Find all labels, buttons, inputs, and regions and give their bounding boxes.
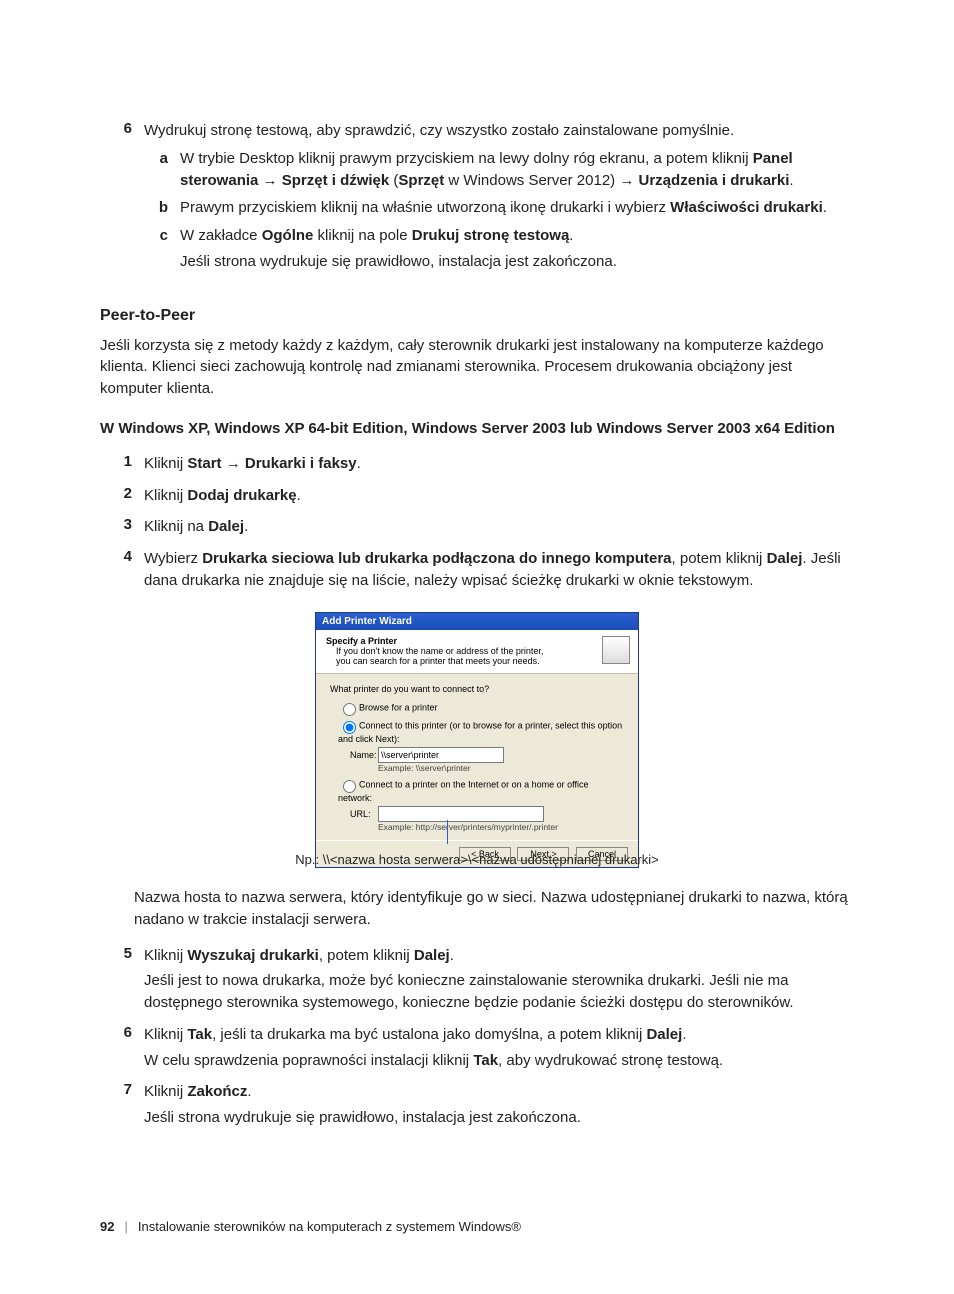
page-footer: 92 | Instalowanie sterowników na kompute… <box>100 1219 854 1234</box>
step-number: 6 <box>100 120 144 279</box>
paragraph-after-dialog: Nazwa hosta to nazwa serwera, który iden… <box>134 887 854 931</box>
substep-letter: a <box>144 148 180 192</box>
name-row: Name: <box>350 747 624 763</box>
substep-letter: b <box>144 197 180 219</box>
step-1: 1 Kliknij Start → Drukarki i faksy. <box>100 453 854 475</box>
footer-chapter: Instalowanie sterowników na komputerach … <box>138 1219 521 1234</box>
figure-caption: Np.: \\<nazwa hosta serwera>\<nazwa udos… <box>100 852 854 867</box>
url-example: Example: http://server/printers/myprinte… <box>378 822 624 832</box>
step-7: 7 Kliknij Zakończ. Jeśli strona wydrukuj… <box>100 1081 854 1129</box>
dialog-titlebar: Add Printer Wizard <box>316 613 638 630</box>
printer-icon <box>602 636 630 664</box>
radio-connect-name[interactable] <box>343 721 356 734</box>
url-label: URL: <box>350 809 378 819</box>
dialog-body: What printer do you want to connect to? … <box>316 674 638 840</box>
step-6b: 6 Kliknij Tak, jeśli ta drukarka ma być … <box>100 1024 854 1072</box>
substep-text: W zakładce Ogólne kliknij na pole Drukuj… <box>180 225 854 273</box>
subheading-windows-versions: W Windows XP, Windows XP 64-bit Edition,… <box>100 418 854 439</box>
callout-line <box>447 820 448 844</box>
option-connect-url[interactable]: Connect to a printer on the Internet or … <box>338 777 624 803</box>
substep-b: b Prawym przyciskiem kliknij na właśnie … <box>144 197 854 219</box>
dialog: Add Printer Wizard Specify a Printer If … <box>315 612 639 869</box>
option-connect-name[interactable]: Connect to this printer (or to browse fo… <box>338 718 624 744</box>
step-6: 6 Wydrukuj stronę testową, aby sprawdzić… <box>100 120 854 279</box>
name-label: Name: <box>350 750 378 760</box>
radio-browse[interactable] <box>343 703 356 716</box>
text: Wydrukuj stronę testową, aby sprawdzić, … <box>144 122 734 139</box>
substep-c: c W zakładce Ogólne kliknij na pole Druk… <box>144 225 854 273</box>
dialog-question: What printer do you want to connect to? <box>330 684 624 694</box>
substep-a: a W trybie Desktop kliknij prawym przyci… <box>144 148 854 192</box>
dialog-header: Specify a Printer If you don't know the … <box>316 630 638 675</box>
step-3: 3 Kliknij na Dalej. <box>100 516 854 538</box>
document-page: 6 Wydrukuj stronę testową, aby sprawdzić… <box>0 0 954 1294</box>
substep-text: W trybie Desktop kliknij prawym przycisk… <box>180 148 854 192</box>
paragraph: Jeśli korzysta się z metody każdy z każd… <box>100 335 854 400</box>
substep-text: Prawym przyciskiem kliknij na właśnie ut… <box>180 197 854 219</box>
url-row: URL: <box>350 806 624 822</box>
url-input[interactable] <box>378 806 544 822</box>
add-printer-wizard-screenshot: Add Printer Wizard Specify a Printer If … <box>315 612 639 845</box>
name-example: Example: \\server\printer <box>378 763 624 773</box>
step-5: 5 Kliknij Wyszukaj drukarki, potem klikn… <box>100 945 854 1014</box>
step-text: Wydrukuj stronę testową, aby sprawdzić, … <box>144 120 854 279</box>
step-4: 4 Wybierz Drukarka sieciowa lub drukarka… <box>100 548 854 592</box>
substep-line2: Jeśli strona wydrukuje się prawidłowo, i… <box>180 251 854 273</box>
option-browse[interactable]: Browse for a printer <box>338 700 624 716</box>
substep-letter: c <box>144 225 180 273</box>
page-number: 92 <box>100 1219 114 1234</box>
heading-peer-to-peer: Peer-to-Peer <box>100 307 854 325</box>
name-input[interactable] <box>378 747 504 763</box>
dialog-heading: Specify a Printer <box>326 636 628 646</box>
radio-connect-url[interactable] <box>343 780 356 793</box>
footer-separator: | <box>124 1219 127 1234</box>
dialog-subheading: If you don't know the name or address of… <box>336 646 556 668</box>
step-2: 2 Kliknij Dodaj drukarkę. <box>100 485 854 507</box>
